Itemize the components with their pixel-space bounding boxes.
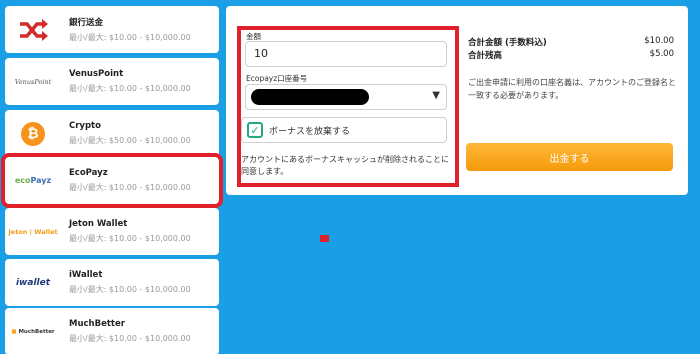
balance-value: $5.00	[649, 49, 674, 59]
iwallet-logo: iwallet	[15, 277, 51, 288]
waive-bonus-checkbox-row[interactable]: ✓ ボーナスを放棄する	[241, 117, 447, 143]
muchbetter-logo: ■ MuchBetter	[11, 328, 55, 335]
method-range: 最小/最大: $10.00 - $10,000.00	[69, 33, 191, 42]
method-bank-transfer[interactable]: 銀行送金 最小/最大: $10.00 - $10,000.00	[5, 6, 219, 53]
method-name: Crypto	[69, 121, 101, 131]
checkbox-checked-icon[interactable]: ✓	[247, 122, 263, 138]
method-range: 最小/最大: $50.00 - $10,000.00	[69, 136, 191, 145]
balance-row: 合計残高 $5.00	[468, 49, 674, 61]
method-crypto[interactable]: ₿ Crypto 最小/最大: $50.00 - $10,000.00	[5, 110, 219, 157]
ecopayz-logo: ecoPayz	[14, 176, 52, 185]
total-value: $10.00	[644, 36, 674, 46]
amount-input[interactable]: 10	[245, 41, 447, 67]
method-range: 最小/最大: $10.00 - $10,000.00	[69, 183, 191, 192]
bitcoin-icon: ₿	[5, 110, 61, 157]
method-name: iWallet	[69, 270, 103, 280]
shuffle-icon	[5, 6, 61, 53]
withdraw-button[interactable]: 出金する	[466, 143, 673, 171]
method-name: 銀行送金	[69, 18, 104, 28]
redacted-account-number	[251, 89, 369, 105]
total-label: 合計金額 (手数料込)	[468, 38, 547, 48]
method-name: VenusPoint	[69, 69, 124, 79]
red-marker	[320, 235, 329, 242]
method-range: 最小/最大: $10.00 - $10,000.00	[69, 334, 191, 343]
method-jeton-wallet[interactable]: Jeton | Wallet Jeton Wallet 最小/最大: $10.0…	[5, 208, 219, 255]
method-range: 最小/最大: $10.00 - $10,000.00	[69, 84, 191, 93]
method-range: 最小/最大: $10.00 - $10,000.00	[69, 234, 191, 243]
method-venuspoint[interactable]: VenusPoint VenusPoint 最小/最大: $10.00 - $1…	[5, 58, 219, 105]
method-name: Jeton Wallet	[69, 219, 128, 229]
venuspoint-logo: VenusPoint	[14, 77, 52, 86]
account-label: Ecopayz口座番号	[246, 74, 308, 83]
account-name-note: ご出金申請に利用の口座名義は、アカウントのご登録名と一致する必要があります。	[468, 78, 676, 100]
method-name: MuchBetter	[69, 319, 125, 329]
bonus-notice: アカウントにあるボーナスキャッシュが削除されることに同意します。	[241, 155, 449, 176]
method-muchbetter[interactable]: ■ MuchBetter MuchBetter 最小/最大: $10.00 - …	[5, 308, 219, 354]
method-range: 最小/最大: $10.00 - $10,000.00	[69, 285, 191, 294]
method-name: EcoPayz	[69, 168, 108, 178]
method-iwallet[interactable]: iwallet iWallet 最小/最大: $10.00 - $10,000.…	[5, 259, 219, 306]
jeton-wallet-logo: Jeton | Wallet	[8, 227, 58, 236]
total-amount-row: 合計金額 (手数料込) $10.00	[468, 36, 674, 48]
account-select[interactable]: ▼	[245, 84, 447, 110]
balance-label: 合計残高	[468, 51, 503, 61]
waive-bonus-label: ボーナスを放棄する	[269, 126, 351, 137]
method-ecopayz[interactable]: ecoPayz EcoPayz 最小/最大: $10.00 - $10,000.…	[1, 153, 223, 208]
chevron-down-icon: ▼	[432, 90, 440, 101]
